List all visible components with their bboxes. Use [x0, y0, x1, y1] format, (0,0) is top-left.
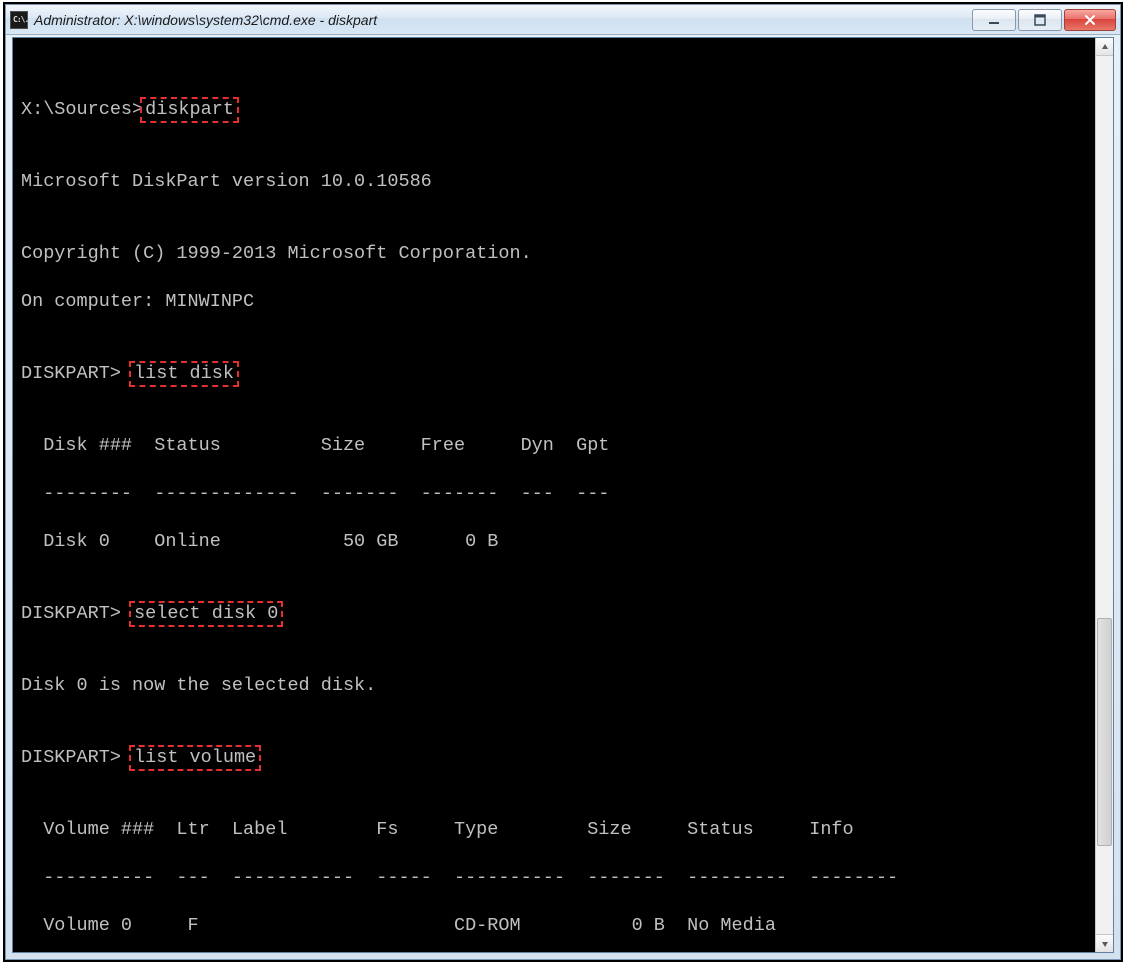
cmd-window: C:\. Administrator: X:\windows\system32\… — [5, 4, 1121, 960]
client-area: X:\Sources>diskpart Microsoft DiskPart v… — [12, 37, 1114, 953]
scroll-down-button[interactable] — [1096, 934, 1113, 952]
scroll-up-button[interactable] — [1096, 38, 1113, 56]
maximize-button[interactable] — [1018, 9, 1062, 31]
prompt-prefix: X:\Sources> — [21, 99, 143, 120]
output-line: Disk 0 is now the selected disk. — [21, 674, 1091, 698]
output-line: Copyright (C) 1999-2013 Microsoft Corpor… — [21, 242, 1091, 266]
scrollbar-thumb[interactable] — [1097, 618, 1112, 846]
prompt-line: DISKPART> list disk — [21, 362, 1091, 386]
cmd-highlight: select disk 0 — [129, 601, 283, 627]
close-button[interactable] — [1064, 9, 1116, 31]
prompt-prefix: DISKPART> — [21, 603, 132, 624]
output-line: On computer: MINWINPC — [21, 290, 1091, 314]
cmd-highlight: list volume — [129, 745, 261, 771]
table-sep: ---------- --- ----------- ----- -------… — [21, 866, 1091, 890]
table-header: Volume ### Ltr Label Fs Type Size Status… — [21, 818, 1091, 842]
titlebar[interactable]: C:\. Administrator: X:\windows\system32\… — [6, 5, 1120, 35]
terminal-output[interactable]: X:\Sources>diskpart Microsoft DiskPart v… — [13, 38, 1095, 952]
prompt-prefix: DISKPART> — [21, 363, 132, 384]
table-row: Volume 0 F CD-ROM 0 B No Media — [21, 914, 1091, 938]
table-sep: -------- ------------- ------- ------- -… — [21, 482, 1091, 506]
table-header: Disk ### Status Size Free Dyn Gpt — [21, 434, 1091, 458]
cmd-highlight: list disk — [129, 361, 239, 387]
window-title: Administrator: X:\windows\system32\cmd.e… — [34, 12, 970, 28]
scrollbar-track[interactable] — [1096, 56, 1113, 934]
table-row: Disk 0 Online 50 GB 0 B — [21, 530, 1091, 554]
prompt-line: DISKPART> select disk 0 — [21, 602, 1091, 626]
output-line: Microsoft DiskPart version 10.0.10586 — [21, 170, 1091, 194]
cmd-icon: C:\. — [10, 11, 28, 29]
window-frame: C:\. Administrator: X:\windows\system32\… — [3, 2, 1123, 962]
prompt-line: X:\Sources>diskpart — [21, 98, 1091, 122]
cmd-highlight: diskpart — [140, 97, 239, 123]
minimize-button[interactable] — [972, 9, 1016, 31]
vertical-scrollbar[interactable] — [1095, 38, 1113, 952]
prompt-prefix: DISKPART> — [21, 747, 132, 768]
prompt-line: DISKPART> list volume — [21, 746, 1091, 770]
window-controls — [970, 9, 1116, 31]
